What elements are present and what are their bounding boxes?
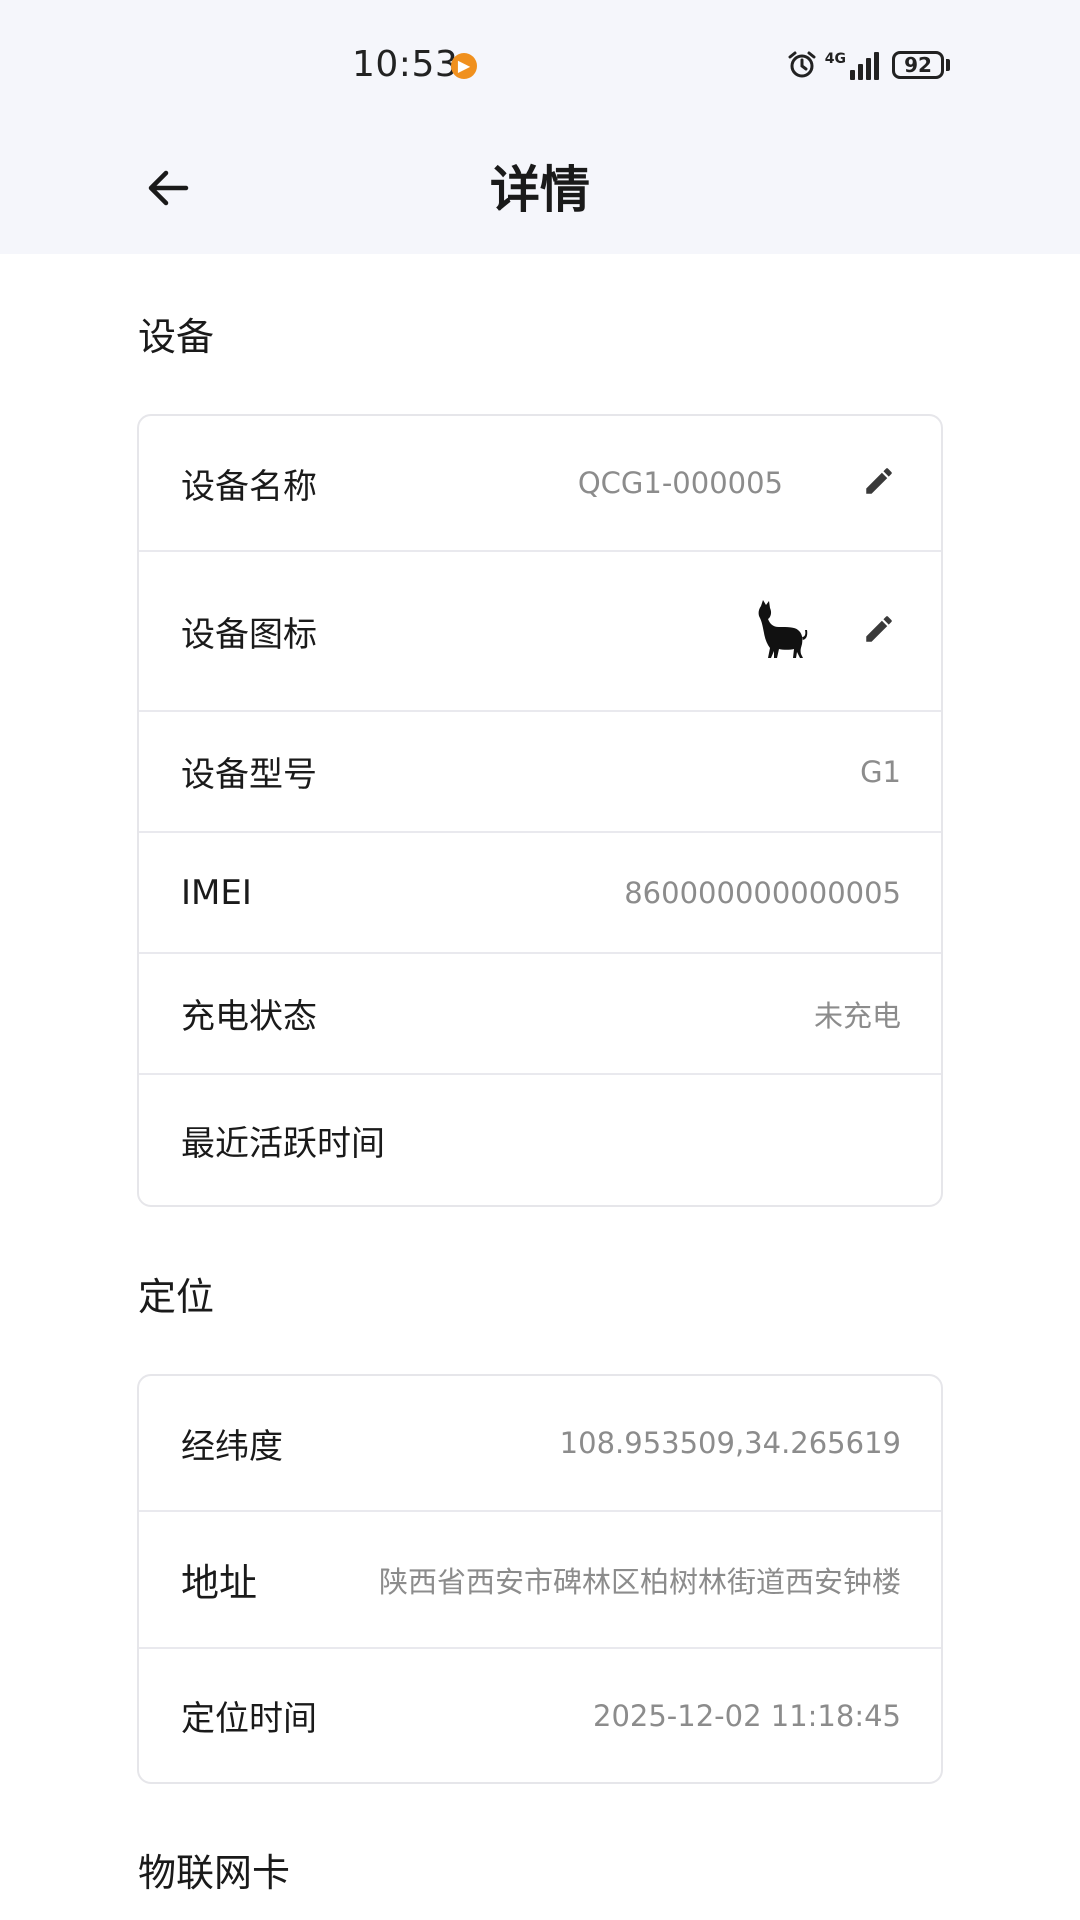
- location-card: 经纬度 108.953509,34.265619 地址 陕西省西安市碑林区柏树林…: [137, 1374, 943, 1784]
- notification-icon: ▶: [451, 53, 477, 79]
- status-time: 10:53: [352, 44, 459, 85]
- imei-value: 860000000000005: [624, 875, 901, 910]
- row-label: IMEI: [181, 872, 252, 913]
- row-coordinates: 经纬度 108.953509,34.265619: [139, 1376, 941, 1512]
- row-label: 设备图标: [181, 614, 317, 655]
- section-title-device: 设备: [138, 315, 215, 359]
- row-label: 设备型号: [181, 755, 317, 795]
- pencil-icon: [862, 464, 896, 502]
- pencil-icon: [862, 612, 896, 650]
- app-header: 详情: [0, 130, 1080, 254]
- row-label: 地址: [181, 1561, 258, 1605]
- cat-icon: [751, 599, 811, 663]
- top-area: 10:53 ▶ 4G 92 详情: [0, 0, 1080, 254]
- page-title: 详情: [490, 161, 590, 219]
- row-address: 地址 陕西省西安市碑林区柏树林街道西安钟楼: [139, 1512, 941, 1649]
- address-value: 陕西省西安市碑林区柏树林街道西安钟楼: [378, 1564, 901, 1599]
- charging-status-value: 未充电: [813, 998, 901, 1033]
- device-card: 设备名称 QCG1-000005 设备图标 设备型号 G1 IMEI 86000…: [137, 414, 943, 1207]
- signal-icon: [850, 50, 884, 80]
- battery-icon: 92: [892, 51, 944, 79]
- status-bar: 10:53 ▶ 4G 92: [0, 0, 1080, 130]
- row-label: 定位时间: [181, 1699, 317, 1739]
- section-title-iot-card: 物联网卡: [138, 1851, 291, 1895]
- row-imei: IMEI 860000000000005: [139, 833, 941, 954]
- status-icons: 4G 92: [787, 48, 950, 82]
- battery-tip: [946, 59, 950, 71]
- row-device-icon: 设备图标: [139, 552, 941, 712]
- location-time-value: 2025-12-02 11:18:45: [593, 1698, 901, 1733]
- edit-icon-button[interactable]: [857, 609, 901, 653]
- row-label: 充电状态: [181, 997, 317, 1037]
- device-name-value: QCG1-000005: [577, 466, 783, 500]
- row-label: 经纬度: [181, 1426, 283, 1467]
- row-device-model: 设备型号 G1: [139, 712, 941, 833]
- coordinates-value: 108.953509,34.265619: [559, 1426, 901, 1460]
- row-label: 设备名称: [181, 466, 317, 507]
- row-device-name: 设备名称 QCG1-000005: [139, 416, 941, 552]
- row-label: 最近活跃时间: [181, 1123, 385, 1164]
- network-type: 4G: [824, 51, 846, 67]
- row-last-active: 最近活跃时间: [139, 1075, 941, 1205]
- device-model-value: G1: [860, 754, 901, 789]
- row-location-time: 定位时间 2025-12-02 11:18:45: [139, 1649, 941, 1782]
- row-charging-status: 充电状态 未充电: [139, 954, 941, 1075]
- edit-name-button[interactable]: [857, 461, 901, 505]
- section-title-location: 定位: [138, 1275, 215, 1319]
- alarm-icon: [787, 50, 817, 80]
